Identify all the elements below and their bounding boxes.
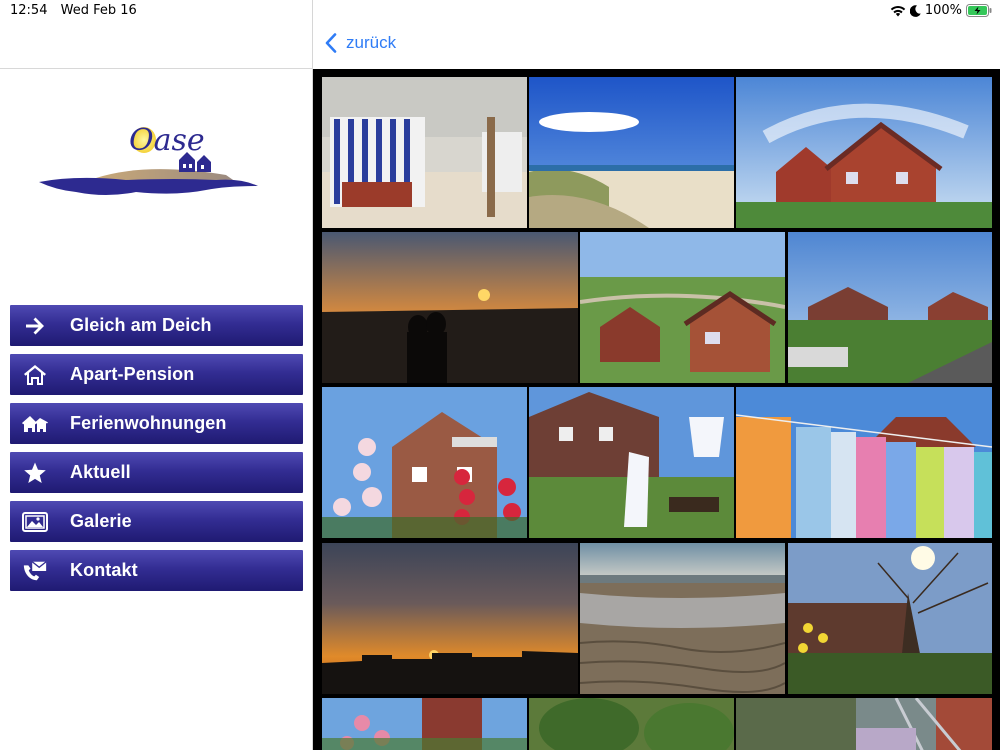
nav-label: Aktuell	[70, 462, 131, 482]
nav-item-kontakt[interactable]: Kontakt	[10, 550, 303, 591]
photo-beach-chairs[interactable]	[322, 77, 527, 228]
photo-mudflats-beach[interactable]	[580, 543, 785, 694]
nav-item-ferienwohnungen[interactable]: Ferienwohnungen	[10, 403, 303, 444]
photo-dunes-seagull[interactable]	[529, 77, 734, 228]
houses-icon	[10, 412, 60, 436]
battery-percentage: 100%	[924, 3, 962, 18]
app-window: 12:54 Wed Feb 16 Oase Gleich am Deich Ap…	[0, 0, 1000, 750]
contact-icon	[10, 559, 60, 583]
gallery-icon	[10, 510, 60, 534]
photo-guesthouse-meadow[interactable]	[788, 232, 992, 383]
logo-text: Oase	[129, 123, 205, 158]
nav-label: Galerie	[70, 511, 132, 531]
moon-icon	[909, 4, 921, 17]
photo-sunset-couple[interactable]	[322, 232, 578, 383]
sidebar-header: 12:54 Wed Feb 16	[0, 0, 313, 69]
photo-green-hedge[interactable]	[529, 698, 734, 750]
nav-item-galerie[interactable]: Galerie	[10, 501, 303, 542]
chevron-left-icon	[325, 33, 337, 53]
sidebar: 12:54 Wed Feb 16 Oase Gleich am Deich Ap…	[0, 0, 313, 750]
status-time: 12:54	[10, 3, 48, 18]
photo-hollyhocks-house[interactable]	[322, 387, 527, 538]
status-bar-right: 100%	[890, 3, 992, 18]
navigation-bar: 100% zurück	[313, 0, 1000, 69]
nav-label: Ferienwohnungen	[70, 413, 227, 433]
photo-balcony-view[interactable]	[736, 698, 992, 750]
nav-item-aktuell[interactable]: Aktuell	[10, 452, 303, 493]
photo-colorful-laundry[interactable]	[736, 387, 992, 538]
oase-logo: Oase	[36, 120, 261, 205]
nav-item-apart-pension[interactable]: Apart-Pension	[10, 354, 303, 395]
house-icon	[10, 363, 60, 387]
nav-label: Gleich am Deich	[70, 315, 212, 335]
status-date: Wed Feb 16	[60, 3, 137, 18]
photo-daffodils-tree[interactable]	[788, 543, 992, 694]
battery-charging-icon	[966, 4, 992, 17]
oase-logo-graphic: Oase	[39, 123, 258, 195]
star-icon	[10, 461, 60, 485]
main-navigation: Gleich am Deich Apart-Pension Ferienwohn…	[10, 305, 303, 599]
photo-aerial-houses-dike[interactable]	[580, 232, 785, 383]
back-button[interactable]: zurück	[325, 33, 396, 53]
nav-item-gleich-am-deich[interactable]: Gleich am Deich	[10, 305, 303, 346]
nav-label: Apart-Pension	[70, 364, 195, 384]
wifi-icon	[890, 5, 906, 16]
status-bar-left: 12:54 Wed Feb 16	[10, 3, 146, 18]
photo-laundry-garden[interactable]	[529, 387, 734, 538]
photo-orange-sunset-skyline[interactable]	[322, 543, 578, 694]
back-label: zurück	[346, 33, 397, 52]
main-content: 100% zurück	[313, 0, 1000, 750]
photo-red-brick-house-rainbow[interactable]	[736, 77, 992, 228]
nav-label: Kontakt	[70, 560, 138, 580]
arrow-right-icon	[10, 314, 60, 338]
photo-garden-roses[interactable]	[322, 698, 527, 750]
photo-gallery[interactable]	[313, 69, 1000, 750]
